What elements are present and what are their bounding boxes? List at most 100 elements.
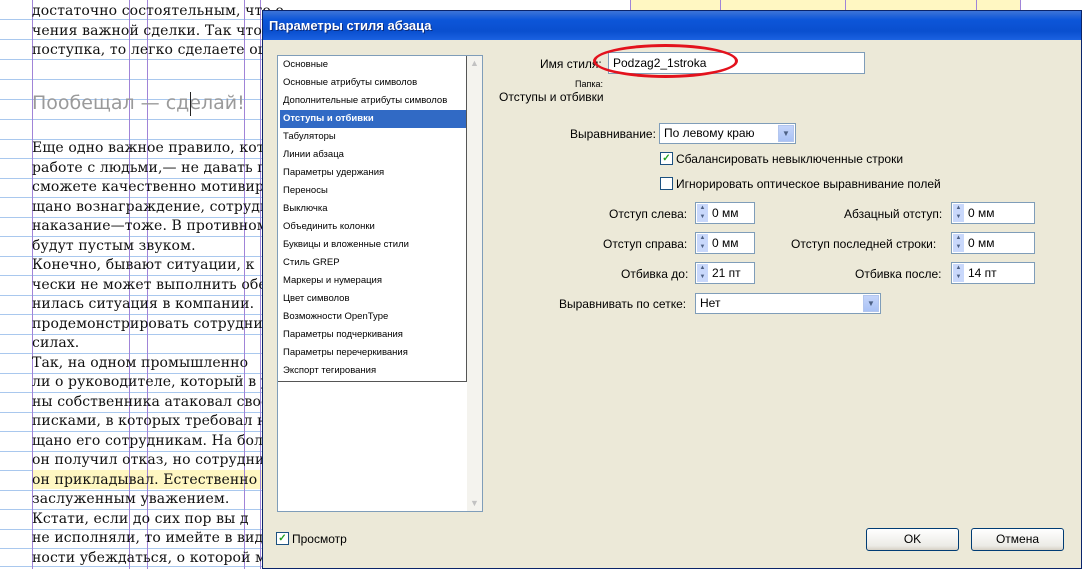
doc-line: он получил отказ, но сотрудник	[32, 452, 274, 468]
spin-down-icon[interactable]: ▼	[953, 213, 964, 222]
first-line-indent-label: Абзацный отступ:	[844, 207, 943, 221]
balance-lines-label[interactable]: Сбалансировать невыключенные строки	[676, 152, 903, 166]
space-after-value: 14 пт	[968, 266, 997, 280]
spin-up-icon[interactable]: ▲	[953, 234, 964, 243]
doc-line: заслуженным уважением.	[32, 491, 230, 507]
category-item-strikethrough[interactable]: Параметры перечеркивания	[280, 344, 466, 362]
last-line-indent-stepper[interactable]: ▲ ▼ 0 мм	[951, 232, 1035, 254]
category-item-basic-char[interactable]: Основные атрибуты символов	[280, 74, 466, 92]
right-indent-label: Отступ справа:	[603, 237, 688, 251]
dialog-titlebar[interactable]: Параметры стиля абзаца	[263, 11, 1081, 40]
scroll-up-icon[interactable]: ▲	[467, 56, 482, 71]
doc-line: работе с людьми,— не давать пу	[32, 160, 276, 176]
alignment-value: По левому краю	[664, 126, 755, 140]
spin-up-icon[interactable]: ▲	[697, 234, 708, 243]
doc-line: силах.	[32, 335, 80, 351]
spin-down-icon[interactable]: ▼	[697, 273, 708, 282]
doc-line: он прикладывал. Естественно	[32, 472, 258, 488]
checkmark-icon: ✓	[278, 533, 287, 544]
ok-button[interactable]: OK	[866, 528, 959, 551]
grid-align-value: Нет	[700, 296, 721, 310]
left-indent-value: 0 мм	[712, 206, 739, 220]
space-before-stepper[interactable]: ▲ ▼ 21 пт	[695, 262, 755, 284]
doc-line: Еще одно важное правило, котор	[32, 140, 283, 156]
grid-align-label: Выравнивать по сетке:	[559, 297, 687, 311]
spin-up-icon[interactable]: ▲	[697, 204, 708, 213]
paragraph-style-dialog: Параметры стиля абзаца Основные Основные…	[262, 10, 1082, 569]
preview-checkbox[interactable]: ✓	[276, 532, 289, 545]
category-item-indents-spacing[interactable]: Отступы и отбивки	[280, 110, 466, 128]
spin-up-icon[interactable]: ▲	[953, 264, 964, 273]
last-line-indent-label: Отступ последней строки:	[791, 237, 937, 251]
category-item-keep-options[interactable]: Параметры удержания	[280, 164, 466, 182]
doc-line: продемонстрировать сотрудни	[32, 316, 263, 332]
grid-align-select[interactable]: Нет ▼	[695, 293, 881, 314]
doc-line: наказание—тоже. В противном	[32, 218, 268, 234]
spin-down-icon[interactable]: ▼	[697, 213, 708, 222]
space-before-value: 21 пт	[712, 266, 741, 280]
doc-line: нилась ситуация в компании.	[32, 296, 255, 312]
category-item-tabs[interactable]: Табуляторы	[280, 128, 466, 146]
category-item-hyphenation[interactable]: Переносы	[280, 182, 466, 200]
doc-line: не исполняли, то имейте в вид	[32, 530, 264, 546]
category-item-rules[interactable]: Линии абзаца	[280, 146, 466, 164]
doc-line: ности убеждаться, о которой м	[32, 550, 267, 566]
category-item-advanced-char[interactable]: Дополнительные атрибуты символов	[280, 92, 466, 110]
checkmark-icon: ✓	[662, 153, 671, 164]
right-indent-stepper[interactable]: ▲ ▼ 0 мм	[695, 232, 755, 254]
doc-line: ли о руководителе, который в усл	[32, 374, 287, 390]
doc-line: писками, в которых требовал н	[32, 413, 267, 429]
category-item-span-columns[interactable]: Объединить колонки	[280, 218, 466, 236]
category-item-opentype[interactable]: Возможности OpenType	[280, 308, 466, 326]
doc-line: будут пустым звуком.	[32, 238, 196, 254]
left-indent-label: Отступ слева:	[609, 207, 688, 221]
ignore-optical-checkbox[interactable]	[660, 177, 673, 190]
space-after-label: Отбивка после:	[855, 267, 942, 281]
preview-label[interactable]: Просмотр	[292, 532, 347, 546]
alignment-label: Выравнивание:	[570, 127, 656, 141]
spin-up-icon[interactable]: ▲	[697, 264, 708, 273]
doc-line: сможете качественно мотивиро	[32, 179, 273, 195]
category-item-drop-caps[interactable]: Буквицы и вложенные стили	[280, 236, 466, 254]
doc-line: чески не может выполнить обе	[32, 277, 267, 293]
doc-line: чения важной сделки. Так что е	[32, 23, 275, 39]
category-scrollbar[interactable]: ▲ ▼	[467, 56, 482, 511]
last-line-indent-value: 0 мм	[968, 236, 995, 250]
doc-line: достаточно состоятельным, что о	[32, 3, 284, 19]
category-item-grep-style[interactable]: Стиль GREP	[280, 254, 466, 272]
cancel-button[interactable]: Отмена	[971, 528, 1064, 551]
dropdown-arrow-icon: ▼	[863, 295, 879, 312]
dialog-title: Параметры стиля абзаца	[269, 18, 432, 33]
category-item-export-tagging[interactable]: Экспорт тегирования	[280, 362, 466, 380]
spin-down-icon[interactable]: ▼	[953, 273, 964, 282]
section-title: Отступы и отбивки	[499, 90, 604, 104]
category-item-justification[interactable]: Выключка	[280, 200, 466, 218]
spin-down-icon[interactable]: ▼	[697, 243, 708, 252]
alignment-select[interactable]: По левому краю ▼	[659, 123, 796, 144]
doc-line: Так, на одном промышленно	[32, 355, 249, 371]
category-item-basic[interactable]: Основные	[280, 56, 466, 74]
category-item-bullets-numbering[interactable]: Маркеры и нумерация	[280, 272, 466, 290]
balance-lines-checkbox[interactable]: ✓	[660, 152, 673, 165]
ignore-optical-label[interactable]: Игнорировать оптическое выравнивание пол…	[676, 177, 941, 191]
doc-line: щано вознаграждение, сотрудн	[32, 199, 270, 215]
left-indent-stepper[interactable]: ▲ ▼ 0 мм	[695, 202, 755, 224]
space-before-label: Отбивка до:	[621, 267, 689, 281]
text-cursor	[190, 92, 191, 116]
folder-label: Папка:	[575, 79, 603, 89]
spin-down-icon[interactable]: ▼	[953, 243, 964, 252]
category-list-items: Основные Основные атрибуты символов Допо…	[278, 56, 467, 382]
spin-up-icon[interactable]: ▲	[953, 204, 964, 213]
doc-line: поступка, то легко сделаете ош	[32, 42, 271, 58]
right-indent-value: 0 мм	[712, 236, 739, 250]
first-line-indent-value: 0 мм	[968, 206, 995, 220]
highlight-oval	[593, 44, 738, 78]
scroll-down-icon[interactable]: ▼	[467, 496, 482, 511]
dropdown-arrow-icon: ▼	[778, 125, 794, 142]
category-item-underline[interactable]: Параметры подчеркивания	[280, 326, 466, 344]
category-item-char-color[interactable]: Цвет символов	[280, 290, 466, 308]
category-list[interactable]: Основные Основные атрибуты символов Допо…	[277, 55, 483, 512]
first-line-indent-stepper[interactable]: ▲ ▼ 0 мм	[951, 202, 1035, 224]
doc-line: Конечно, бывают ситуации, к	[32, 257, 255, 273]
space-after-stepper[interactable]: ▲ ▼ 14 пт	[951, 262, 1035, 284]
